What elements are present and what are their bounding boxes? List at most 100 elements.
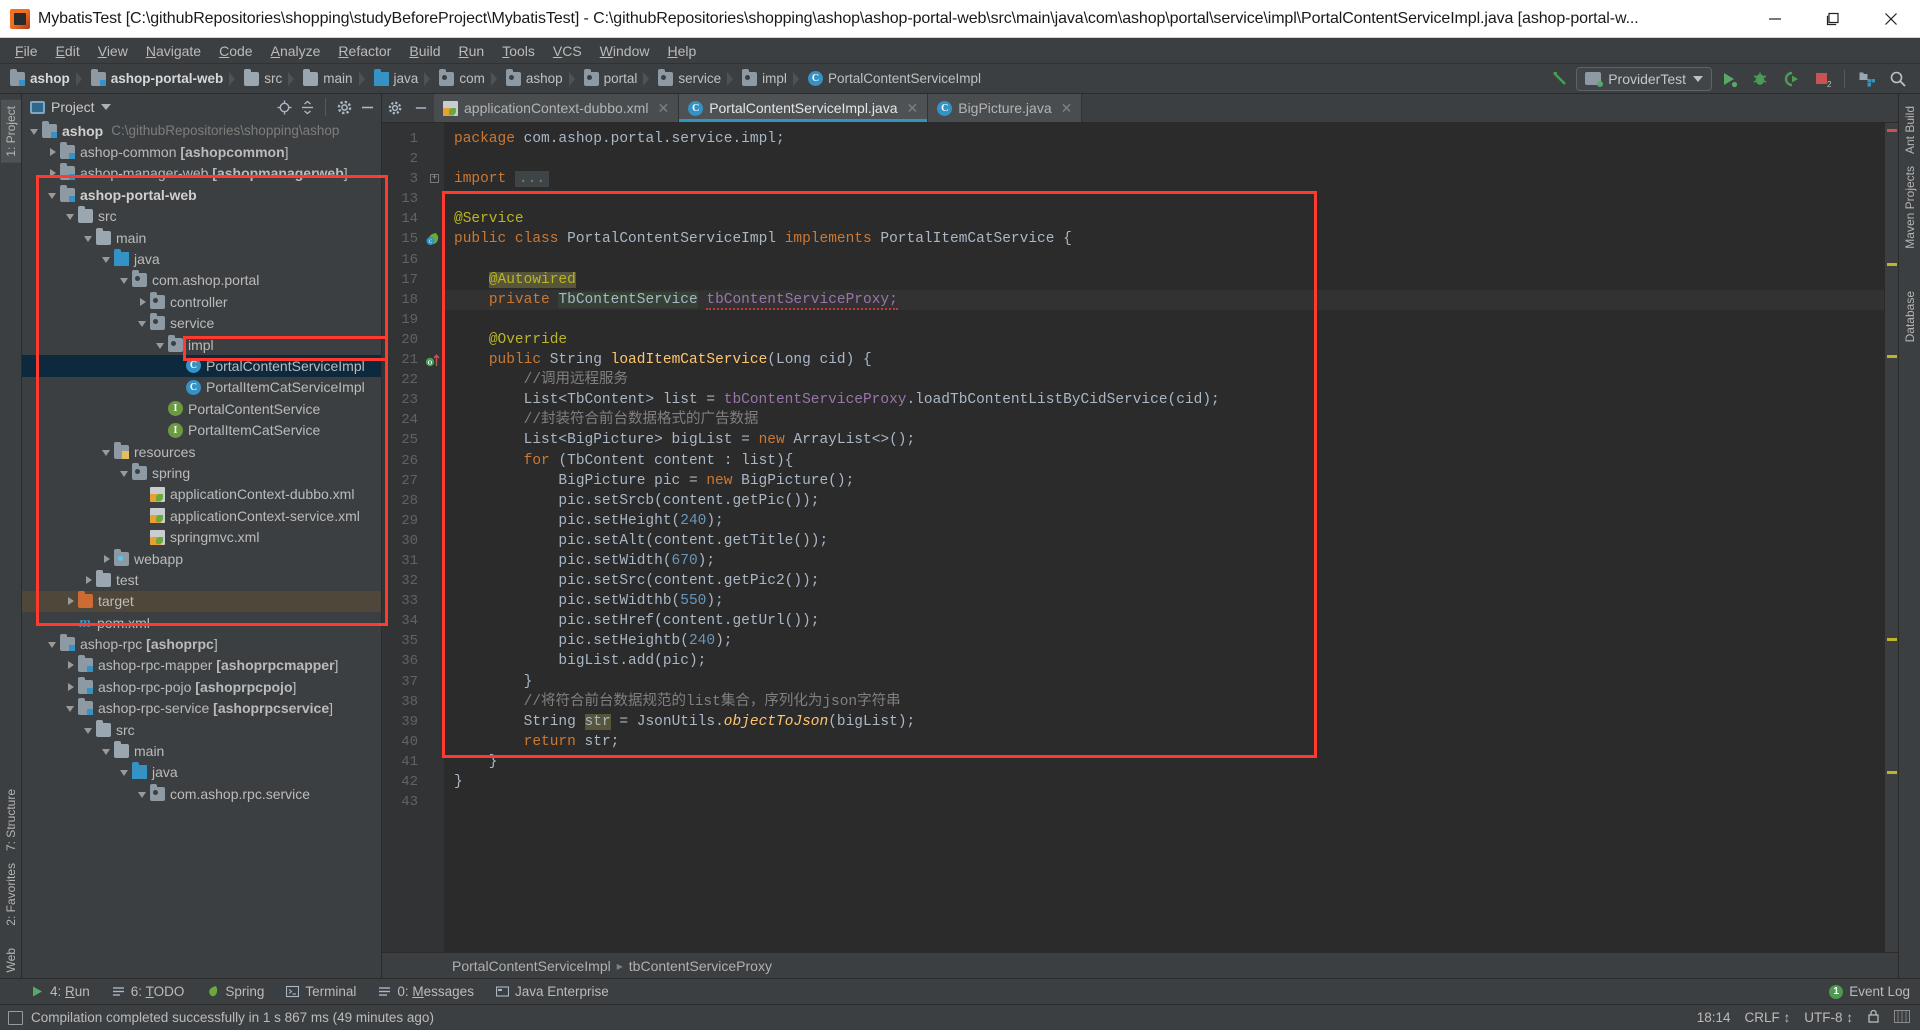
tree-item[interactable]: C PortalItemCatServiceImpl — [22, 377, 381, 398]
chevron-right-icon[interactable] — [82, 573, 96, 587]
breadcrumb-item-main[interactable]: main — [299, 68, 369, 90]
chevron-down-icon[interactable] — [136, 787, 150, 801]
line-number[interactable]: 39 — [382, 712, 444, 732]
tree-item[interactable]: webapp — [22, 548, 381, 569]
breadcrumb-class[interactable]: PortalContentServiceImpl — [452, 958, 611, 974]
warning-marker[interactable] — [1887, 638, 1897, 641]
code-line[interactable]: @Override — [444, 330, 1884, 350]
line-number[interactable]: 17 — [382, 270, 444, 290]
line-number[interactable]: 43 — [382, 792, 444, 812]
menu-item-help[interactable]: Help — [658, 40, 705, 62]
chevron-down-icon[interactable] — [64, 701, 78, 715]
code-line[interactable]: pic.setHref(content.getUrl()); — [444, 611, 1884, 631]
chevron-right-icon[interactable] — [64, 594, 78, 608]
tree-item[interactable]: ashop-rpc-service [ashoprpcservice] — [22, 698, 381, 719]
sidebar-tab-maven[interactable]: Maven Projects — [1900, 160, 1920, 255]
tree-item[interactable]: target — [22, 590, 381, 612]
breadcrumb-item-impl[interactable]: impl — [738, 68, 804, 90]
editor-tab-portalcontentserviceimpl-java[interactable]: C PortalContentServiceImpl.java ✕ — [679, 94, 929, 122]
debug-icon[interactable] — [1746, 66, 1774, 92]
tree-item[interactable]: applicationContext-dubbo.xml — [22, 484, 381, 505]
line-number[interactable]: 26 — [382, 451, 444, 471]
chevron-down-icon[interactable] — [82, 723, 96, 737]
code-line[interactable]: pic.setSrc(content.getPic2()); — [444, 571, 1884, 591]
code-line[interactable]: List<TbContent> list = tbContentServiceP… — [444, 390, 1884, 410]
editor-hide-icon[interactable] — [408, 94, 434, 122]
tree-item[interactable]: service — [22, 313, 381, 334]
sidebar-tab-ant-build[interactable]: Ant Build — [1900, 100, 1920, 160]
chevron-down-icon[interactable] — [118, 765, 132, 779]
implementing-method-icon[interactable]: O — [425, 352, 441, 368]
breadcrumb-item-com[interactable]: com — [435, 68, 502, 90]
tree-item-selected[interactable]: C PortalContentServiceImpl — [22, 355, 381, 377]
chevron-down-icon[interactable] — [100, 445, 114, 459]
editor-code[interactable]: package com.ashop.portal.service.impl; i… — [444, 123, 1884, 952]
code-line[interactable]: @Service — [444, 209, 1884, 229]
line-number[interactable]: 21 O — [382, 350, 444, 370]
close-icon[interactable]: ✕ — [657, 100, 669, 117]
status-encoding[interactable]: UTF-8 ↕ — [1804, 1010, 1853, 1025]
chevron-down-icon[interactable] — [28, 124, 42, 138]
bottom-tab-terminal[interactable]: Terminal — [277, 982, 365, 1001]
code-line[interactable]: pic.setSrcb(content.getPic()); — [444, 491, 1884, 511]
tree-item[interactable]: main — [22, 227, 381, 248]
breadcrumb-item-ashop[interactable]: ashop — [6, 68, 87, 90]
chevron-down-icon[interactable] — [118, 273, 132, 287]
line-number[interactable]: 36 — [382, 651, 444, 671]
line-number[interactable]: 2 — [382, 149, 444, 169]
line-number[interactable]: 13 — [382, 189, 444, 209]
close-icon[interactable]: ✕ — [1061, 100, 1073, 117]
project-structure-icon[interactable] — [1853, 66, 1881, 92]
line-number[interactable]: 35 — [382, 631, 444, 651]
tree-item[interactable]: com.ashop.rpc.service — [22, 783, 381, 804]
tree-item[interactable]: resources — [22, 441, 381, 462]
tree-item[interactable]: src — [22, 719, 381, 740]
chevron-down-icon[interactable] — [82, 231, 96, 245]
breadcrumb-item-ashop[interactable]: ashop — [502, 68, 580, 90]
memory-indicator[interactable] — [1894, 1009, 1910, 1026]
tree-item[interactable]: java — [22, 762, 381, 783]
line-number[interactable]: 38 — [382, 692, 444, 712]
line-number[interactable]: 32 — [382, 571, 444, 591]
code-line[interactable]: String str = JsonUtils.objectToJson(bigL… — [444, 712, 1884, 732]
breadcrumb-item-portalcontentserviceimpl[interactable]: C PortalContentServiceImpl — [804, 68, 983, 90]
menu-item-file[interactable]: File — [6, 40, 47, 62]
chevron-down-icon[interactable] — [100, 744, 114, 758]
minimize-button[interactable] — [1746, 0, 1804, 38]
code-line[interactable]: public String loadItemCatService(Long ci… — [444, 350, 1884, 370]
build-icon[interactable] — [1545, 66, 1573, 92]
line-number[interactable]: 15 C — [382, 229, 444, 249]
code-line[interactable]: BigPicture pic = new BigPicture(); — [444, 471, 1884, 491]
code-line[interactable]: bigList.add(pic); — [444, 651, 1884, 671]
line-number[interactable]: 1 — [382, 129, 444, 149]
code-line[interactable]: import ... — [444, 169, 1884, 189]
code-line[interactable]: } — [444, 672, 1884, 692]
breadcrumb-item-ashop-portal-web[interactable]: ashop-portal-web — [87, 68, 241, 90]
chevron-down-icon[interactable] — [118, 466, 132, 480]
line-number[interactable]: 20 — [382, 330, 444, 350]
breadcrumb-field[interactable]: tbContentServiceProxy — [629, 958, 772, 974]
code-line[interactable] — [444, 250, 1884, 270]
chevron-right-icon[interactable] — [100, 552, 114, 566]
stop-icon[interactable]: 2 — [1808, 66, 1836, 92]
tree-item[interactable]: ashop-rpc [ashoprpc] — [22, 633, 381, 654]
tree-item[interactable]: main — [22, 740, 381, 761]
menu-item-window[interactable]: Window — [591, 40, 659, 62]
menu-item-edit[interactable]: Edit — [47, 40, 89, 62]
breadcrumb-item-service[interactable]: service — [654, 68, 738, 90]
run-icon[interactable] — [1715, 66, 1743, 92]
code-line[interactable]: } — [444, 772, 1884, 792]
line-number[interactable]: 22 — [382, 370, 444, 390]
chevron-down-icon[interactable] — [64, 209, 78, 223]
collapse-all-icon[interactable] — [297, 97, 317, 117]
tree-item[interactable]: java — [22, 248, 381, 269]
line-number[interactable]: 3 + — [382, 169, 444, 189]
project-tree[interactable]: ashop C:\githubRepositories\shopping\asho… — [22, 120, 381, 978]
locate-icon[interactable] — [274, 97, 294, 117]
tree-item[interactable]: controller — [22, 291, 381, 312]
tree-item[interactable]: ashop-rpc-pojo [ashoprpcpojo] — [22, 676, 381, 697]
line-number[interactable]: 34 — [382, 611, 444, 631]
breadcrumb[interactable]: ashop ashop-portal-web src main java com ashop… — [6, 68, 983, 90]
code-line[interactable]: //封装符合前台数据格式的广告数据 — [444, 410, 1884, 430]
chevron-right-icon[interactable] — [64, 658, 78, 672]
